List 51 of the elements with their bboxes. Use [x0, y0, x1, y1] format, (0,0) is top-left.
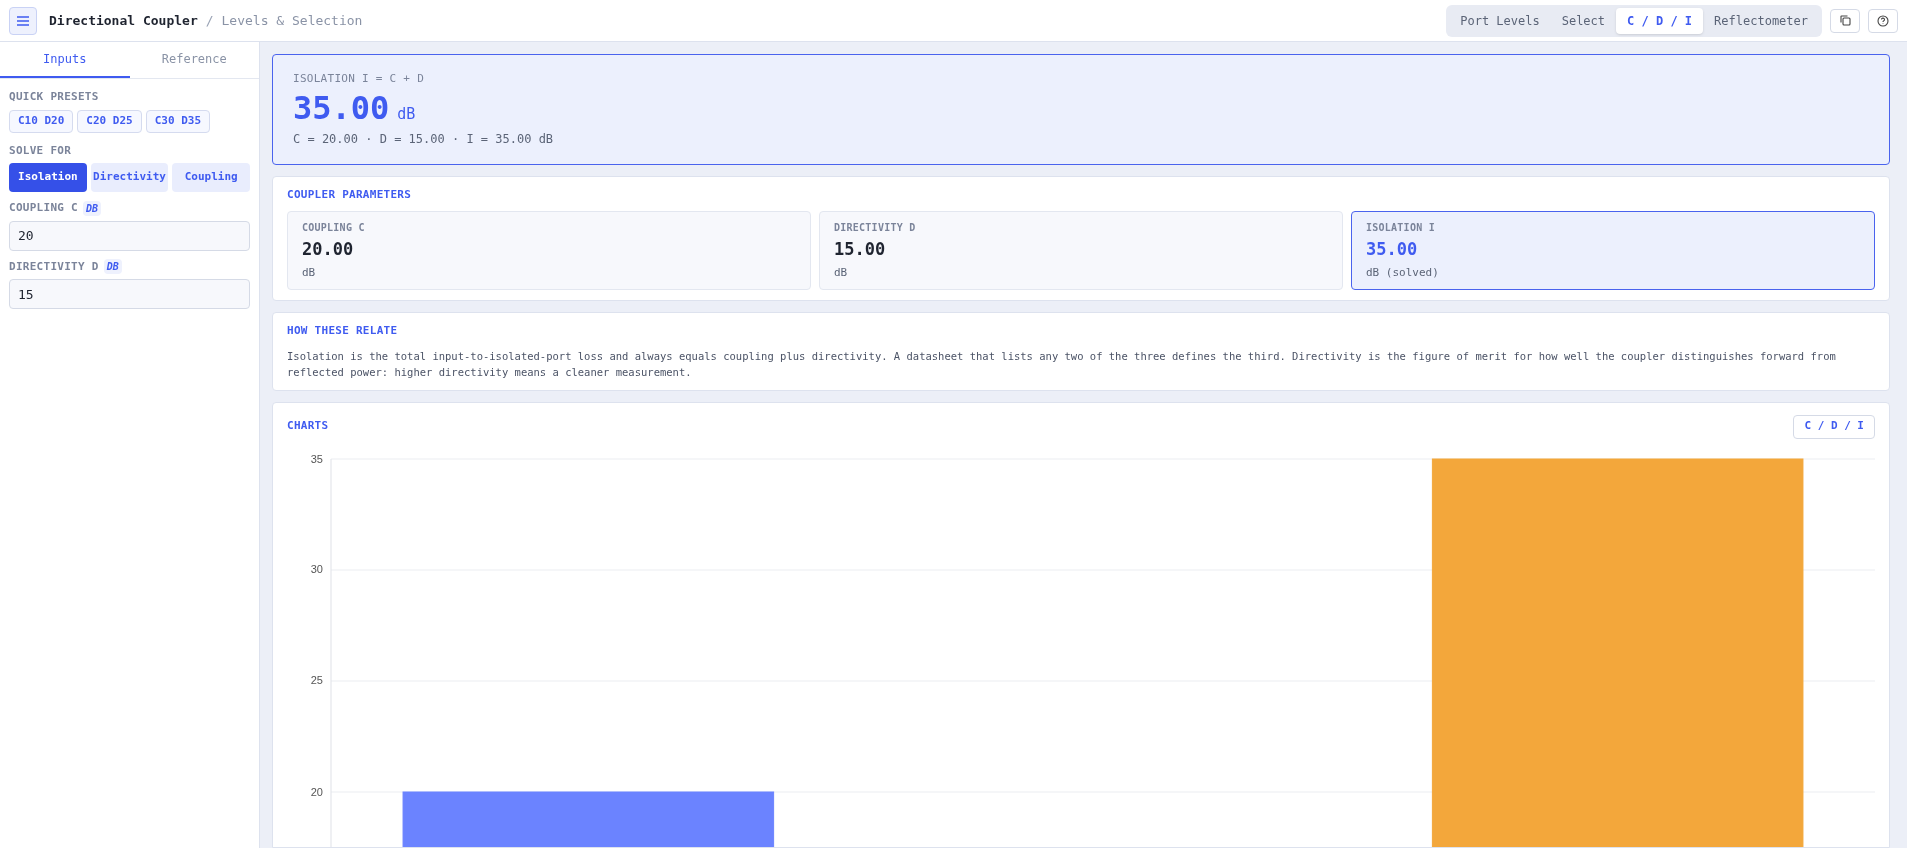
- help-icon: [1877, 14, 1889, 27]
- result-summary: C = 20.00 · D = 15.00 · I = 35.00 dB: [293, 130, 555, 148]
- unit-tag: DB: [103, 259, 122, 275]
- view-tab[interactable]: Port Levels: [1449, 7, 1551, 34]
- section-label: SOLVE FOR: [9, 142, 73, 159]
- parameter-label: DIRECTIVITY D: [834, 221, 917, 235]
- menu-icon: [16, 14, 30, 27]
- solve-option[interactable]: Isolation: [9, 163, 87, 192]
- section-label: QUICK PRESETS: [9, 89, 100, 105]
- help-button[interactable]: [1868, 8, 1898, 33]
- result-label: ISOLATION I = C + D: [293, 71, 426, 87]
- view-tab[interactable]: C / D / I: [1616, 7, 1704, 34]
- number-field[interactable]: 15: [9, 279, 250, 309]
- copy-button[interactable]: [1830, 8, 1860, 33]
- solve-option[interactable]: Directivity: [90, 163, 169, 192]
- parameter-unit: dB: [834, 264, 849, 281]
- solve-option[interactable]: Coupling: [172, 163, 250, 192]
- parameter-unit: dB (solved): [1366, 264, 1440, 281]
- y-tick-label: 35: [310, 451, 323, 466]
- parameter-value: 35.00: [1366, 238, 1419, 261]
- parameter-value: 20.00: [302, 238, 355, 261]
- card-title: COUPLER PARAMETERS: [287, 186, 413, 203]
- card-title: HOW THESE RELATE: [287, 323, 399, 339]
- chart-toggle-button[interactable]: C / D / I: [1793, 414, 1875, 439]
- copy-icon: [1839, 15, 1851, 26]
- result-unit: dB: [397, 103, 416, 125]
- view-tab[interactable]: Select: [1550, 7, 1617, 34]
- unit-tag: DB: [83, 200, 102, 216]
- preset-button[interactable]: C10 D20: [9, 109, 74, 133]
- parameter-unit: dB: [302, 264, 317, 281]
- sidebar-tab[interactable]: Inputs: [0, 42, 130, 78]
- preset-button[interactable]: C20 D25: [77, 109, 142, 133]
- page-subtitle: Levels & Selection: [221, 11, 363, 30]
- breadcrumb-separator: /: [205, 11, 214, 30]
- field-label: DIRECTIVITY D: [9, 258, 99, 275]
- parameter-label: COUPLING C: [302, 221, 366, 235]
- result-value: 35.00: [293, 87, 390, 128]
- preset-button[interactable]: C30 D35: [145, 109, 211, 133]
- view-tab[interactable]: Reflectometer: [1703, 7, 1819, 34]
- field-label: COUPLING C: [9, 200, 78, 216]
- explanation-text: Isolation is the total input-to-isolated-port loss and always equals coupling plus directivity. A datasheet that lists any two of the three defines the third. Directivity is the figure of merit for how well the coupler distinguishes forward from reflected power: higher directivity means a cleaner measurement.: [287, 348, 1837, 380]
- parameter-value: 15.00: [834, 238, 887, 261]
- number-field[interactable]: 20: [9, 220, 250, 251]
- menu-button[interactable]: [9, 6, 37, 35]
- parameter-label: ISOLATION I: [1366, 221, 1436, 235]
- y-tick-label: 20: [310, 784, 323, 799]
- y-tick-label: 30: [310, 562, 323, 577]
- app-title: Directional Coupler: [49, 11, 198, 30]
- sidebar-tab[interactable]: Reference: [129, 42, 259, 78]
- y-tick-label: 25: [310, 673, 323, 688]
- card-title: CHARTS: [287, 418, 329, 435]
